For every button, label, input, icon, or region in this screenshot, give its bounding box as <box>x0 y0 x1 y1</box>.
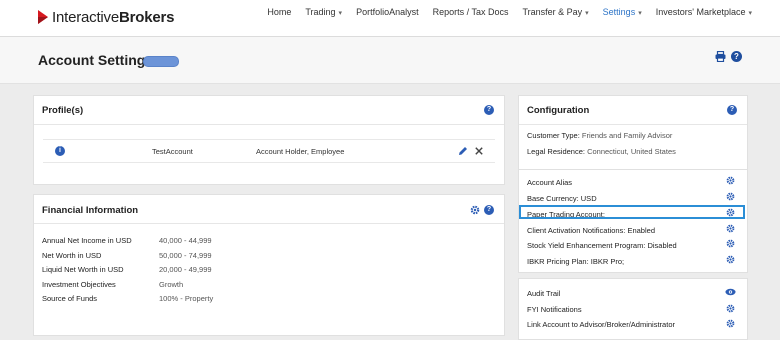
page-title: Account Settings <box>38 52 154 68</box>
customer-type: Customer Type: Friends and Family Adviso… <box>527 131 673 140</box>
panel-title: Profile(s) <box>42 105 84 116</box>
page-header: Account Settings <box>0 37 780 84</box>
page-header-actions: ? <box>715 51 742 62</box>
nav-trading[interactable]: Trading ▾ <box>305 6 342 20</box>
nav-home[interactable]: Home <box>267 6 291 20</box>
gear-icon[interactable] <box>726 304 735 313</box>
setting-stock-yield[interactable]: Stock Yield Enhancement Program: Disable… <box>527 241 677 250</box>
financial-label: Liquid Net Worth in USD <box>42 265 124 274</box>
financial-value: Growth <box>159 280 184 289</box>
profile-role: Account Holder, Employee <box>256 147 345 156</box>
nav-investors-marketplace[interactable]: Investors' Marketplace ▾ <box>656 6 752 20</box>
financial-value: 100% - Property <box>159 294 214 303</box>
audit-trail[interactable]: Audit Trail <box>527 289 560 298</box>
panel-title: Configuration <box>527 105 590 116</box>
financial-value: 40,000 - 44,999 <box>159 236 212 245</box>
financial-label: Net Worth in USD <box>42 251 102 260</box>
gear-icon[interactable] <box>470 205 480 215</box>
financial-label: Annual Net Income in USD <box>42 236 132 245</box>
configuration-settings-panel: Account Alias Base Currency: USD Paper T… <box>518 169 748 273</box>
paper-trading-highlight <box>519 205 745 219</box>
help-icon[interactable]: ? <box>484 105 494 115</box>
panel-header: Profile(s) ? <box>34 96 504 125</box>
financial-label: Investment Objectives <box>42 280 116 289</box>
gear-icon[interactable] <box>726 319 735 328</box>
legal-residence: Legal Residence: Connecticut, United Sta… <box>527 147 676 156</box>
configuration-panel: Configuration ? Customer Type: Friends a… <box>518 95 748 172</box>
help-icon[interactable]: ? <box>484 205 494 215</box>
help-icon[interactable]: ? <box>727 105 737 115</box>
link-account-advisor[interactable]: Link Account to Advisor/Broker/Administr… <box>527 320 675 329</box>
nav-settings[interactable]: Settings ▾ <box>603 6 642 20</box>
setting-pricing-plan[interactable]: IBKR Pricing Plan: IBKR Pro; <box>527 257 624 266</box>
print-icon[interactable] <box>715 51 726 62</box>
gear-icon[interactable] <box>726 255 735 264</box>
help-icon[interactable]: ? <box>731 51 742 62</box>
account-badge <box>143 56 179 67</box>
gear-icon[interactable] <box>726 176 735 185</box>
gear-icon[interactable] <box>726 192 735 201</box>
main-nav: Home Trading ▾ PortfolioAnalyst Reports /… <box>253 6 752 20</box>
chevron-down-icon: ▾ <box>748 10 752 17</box>
info-icon[interactable]: i <box>55 146 65 156</box>
nav-transfer-pay[interactable]: Transfer & Pay ▾ <box>522 6 588 20</box>
panel-header: Configuration ? <box>519 96 747 125</box>
profile-name: TestAccount <box>152 147 193 156</box>
chevron-down-icon: ▾ <box>638 10 642 17</box>
setting-client-activation[interactable]: Client Activation Notifications: Enabled <box>527 226 655 235</box>
gear-icon[interactable] <box>726 239 735 248</box>
logo-text: InteractiveBrokers <box>52 8 175 26</box>
chevron-down-icon: ▾ <box>585 10 589 17</box>
eye-icon[interactable] <box>725 288 736 296</box>
ibkr-logo-icon <box>38 10 48 24</box>
financial-info-panel: Financial Information ? Annual Net Incom… <box>33 194 505 336</box>
close-icon[interactable] <box>475 147 483 155</box>
panel-header: Financial Information ? <box>34 195 504 224</box>
top-navbar: InteractiveBrokers Home Trading ▾ Portfol… <box>0 0 780 37</box>
setting-base-currency[interactable]: Base Currency: USD <box>527 194 597 203</box>
gear-icon[interactable] <box>726 224 735 233</box>
configuration-extra-panel: Audit Trail FYI Notifications Link Accou… <box>518 278 748 340</box>
nav-reports-tax-docs[interactable]: Reports / Tax Docs <box>433 6 509 20</box>
financial-value: 50,000 - 74,999 <box>159 251 212 260</box>
chevron-down-icon: ▾ <box>338 10 343 17</box>
edit-icon[interactable] <box>458 146 468 156</box>
fyi-notifications[interactable]: FYI Notifications <box>527 305 582 314</box>
panel-title: Financial Information <box>42 205 139 216</box>
profile-row[interactable]: i TestAccount Account Holder, Employee <box>43 139 495 163</box>
financial-label: Source of Funds <box>42 294 98 303</box>
ibkr-logo[interactable]: InteractiveBrokers <box>36 6 174 28</box>
nav-portfolioanalyst[interactable]: PortfolioAnalyst <box>356 6 419 20</box>
financial-value: 20,000 - 49,999 <box>159 265 212 274</box>
setting-account-alias[interactable]: Account Alias <box>527 178 572 187</box>
